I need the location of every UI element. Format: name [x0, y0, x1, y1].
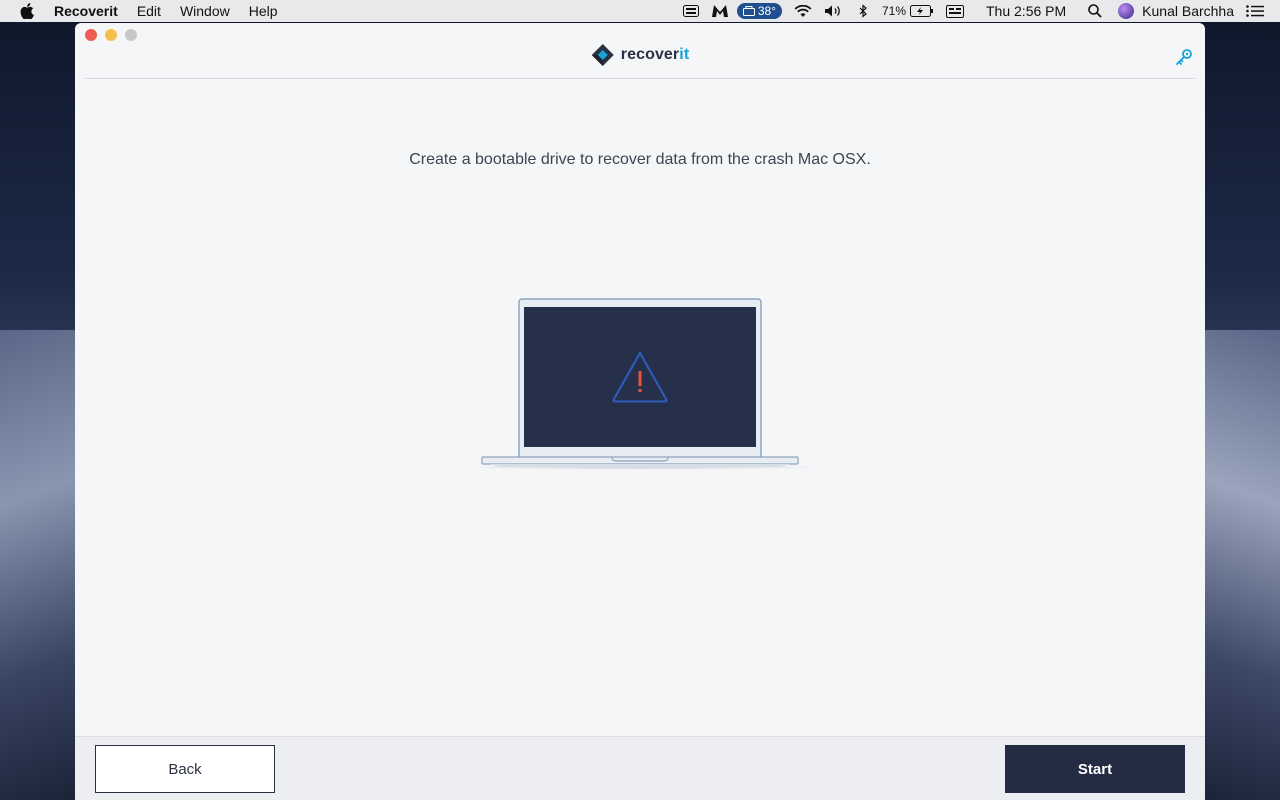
- recoverit-logo-icon: [591, 44, 614, 66]
- close-window-button[interactable]: [85, 29, 97, 41]
- menubar-clock[interactable]: Thu 2:56 PM: [986, 3, 1066, 19]
- window-titlebar: recoverit: [85, 23, 1195, 79]
- wifi-icon[interactable]: [794, 4, 812, 18]
- brand-name-suffix: it: [679, 46, 690, 63]
- brand-logo: recoverit: [591, 43, 690, 67]
- instruction-text: Create a bootable drive to recover data …: [409, 151, 871, 168]
- search-icon[interactable]: [1088, 4, 1102, 18]
- battery-percent: 71%: [881, 4, 906, 18]
- tray-keyboard-icon[interactable]: [682, 5, 699, 17]
- user-avatar[interactable]: [1118, 3, 1135, 19]
- back-button[interactable]: Back: [95, 745, 275, 793]
- zoom-window-button[interactable]: [125, 29, 137, 41]
- menu-bar: Recoverit Edit Window Help 38° 71% Thu 2…: [0, 0, 1280, 22]
- brand-name: recoverit: [621, 46, 690, 64]
- window-footer: Back Start: [75, 736, 1205, 800]
- menu-edit[interactable]: Edit: [137, 3, 161, 19]
- menu-help[interactable]: Help: [249, 3, 278, 19]
- key-icon[interactable]: [1175, 48, 1193, 66]
- malwarebytes-icon[interactable]: [711, 4, 729, 18]
- notification-center-icon[interactable]: [1246, 5, 1264, 17]
- menubar-username[interactable]: Kunal Barchha: [1142, 3, 1234, 19]
- battery-icon[interactable]: [910, 5, 934, 17]
- start-button[interactable]: Start: [1005, 745, 1185, 793]
- bluetooth-icon[interactable]: [856, 4, 870, 18]
- menu-window[interactable]: Window: [180, 3, 230, 19]
- control-center-icon[interactable]: [946, 4, 964, 18]
- weather-temperature: 38°: [757, 4, 776, 18]
- brand-name-prefix: recover: [620, 46, 680, 63]
- laptop-illustration: [475, 298, 830, 470]
- menu-app-name[interactable]: Recoverit: [54, 3, 118, 19]
- minimize-window-button[interactable]: [105, 29, 117, 41]
- volume-icon[interactable]: [824, 4, 844, 18]
- apple-icon[interactable]: [20, 3, 34, 19]
- recoverit-window: recoverit Create a bootable drive to rec…: [75, 23, 1205, 800]
- weather-badge[interactable]: 38°: [736, 3, 782, 19]
- window-controls: [85, 29, 137, 41]
